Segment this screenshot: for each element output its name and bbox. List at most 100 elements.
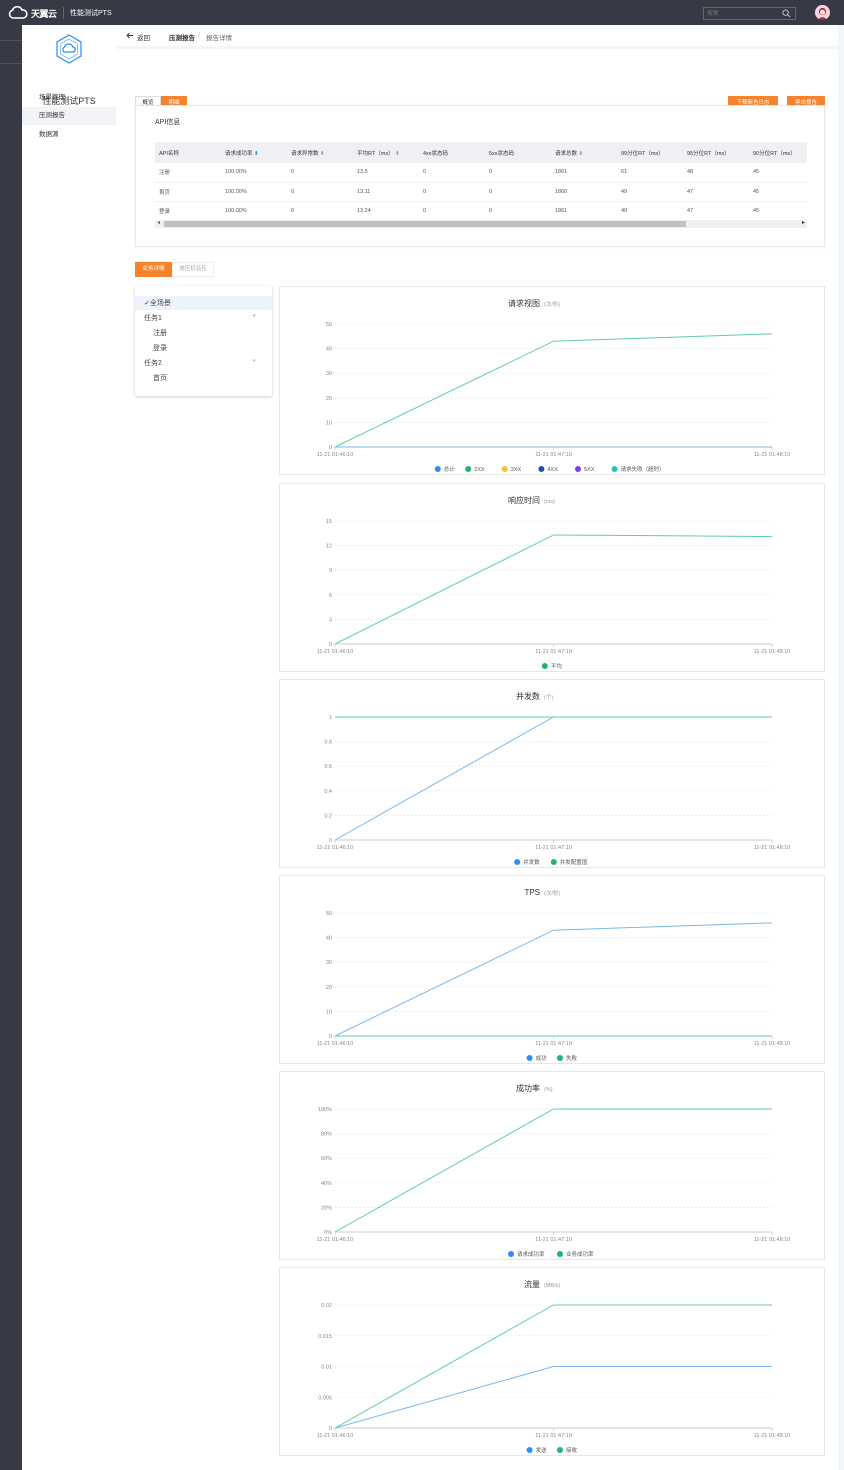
tree-node-home[interactable]: 首页 [153, 373, 167, 383]
legend-item[interactable]: 2XX [465, 466, 485, 473]
legend-label: 请求成功率 [517, 1250, 545, 1258]
tree-node-login[interactable]: 登录 [153, 343, 167, 353]
cell: 45 [749, 182, 807, 202]
legend-item[interactable]: 并发配置值 [550, 858, 588, 866]
cell: 100.00% [221, 182, 287, 202]
y-tick-label: 40 [326, 347, 332, 353]
scroll-left-icon[interactable]: ◂ [157, 219, 160, 226]
y-tick-label: 50 [326, 322, 332, 328]
tree-node-task1[interactable]: 任务1 [144, 313, 162, 323]
legend-label: 5XX [584, 467, 595, 473]
search-box[interactable] [703, 7, 796, 20]
legend-dot-icon [541, 663, 548, 669]
scroll-right-icon[interactable]: ▸ [802, 219, 805, 226]
logo[interactable]: 天翼云 [8, 5, 57, 21]
chart-card: 请求视图 (次/秒) 0 10 20 30 40 50 11-21 01:46:10 11-21 … [279, 286, 825, 475]
column-header: API名称 [155, 142, 221, 163]
legend-item[interactable]: 4XX [538, 466, 558, 473]
cell: 0 [287, 201, 353, 221]
breadcrumb-separator: / [198, 32, 200, 39]
chart-title: 成功率 [516, 1083, 540, 1093]
chart-title: 响应时间 [508, 495, 540, 505]
legend-item[interactable]: 平均 [541, 662, 563, 670]
x-tick-label: 11-21 01:47:10 [535, 845, 572, 851]
y-tick-label: 0.6 [324, 764, 332, 770]
column-header: 4xx状态码 [419, 142, 485, 163]
chart-unit: (MB/s) [544, 1283, 560, 1289]
legend-label: 2XX [474, 467, 485, 473]
legend-label: 平均 [551, 662, 563, 670]
legend-dot-icon [434, 466, 441, 472]
search-icon[interactable] [782, 9, 791, 18]
x-tick-label: 11-21 01:46:10 [317, 1237, 354, 1243]
top-bar: 天翼云 性能测试PTS [0, 0, 844, 25]
cell: 1861 [551, 201, 617, 221]
sort-icon[interactable]: ⬍ [254, 151, 259, 157]
logo-text: 天翼云 [31, 8, 57, 19]
column-header[interactable]: 平均RT（ms） ⬍ [353, 142, 419, 163]
scrollbar-thumb[interactable] [164, 221, 686, 227]
legend-item[interactable]: 接收 [557, 1446, 578, 1454]
x-tick-label: 11-21 01:46:10 [317, 1041, 354, 1047]
line-chart: 并发数 (个) 0 0.2 0.4 0.6 0.8 1 11-21 01:46:10 11-21 … [317, 691, 791, 866]
tree-node-all-scenes[interactable]: ✓全场景 [144, 298, 171, 308]
sort-icon[interactable]: ⬍ [579, 151, 584, 157]
horizontal-scrollbar[interactable]: ◂ ▸ [155, 220, 807, 228]
cell: 0 [287, 182, 353, 202]
sidebar-item-scene-management[interactable]: 场景管理 [22, 89, 116, 107]
legend-item[interactable]: 请求失败（超时） [611, 465, 665, 473]
search-input[interactable] [707, 9, 781, 19]
legend-item[interactable]: 5XX [575, 466, 595, 473]
line-chart: 请求视图 (次/秒) 0 10 20 30 40 50 11-21 01:46:10 11-21 … [317, 298, 791, 473]
sidebar-item-test-report[interactable]: 压测报告 [22, 107, 116, 125]
sidebar-item-data-source[interactable]: 数据源 [22, 126, 116, 144]
chart-card: TPS (次/秒) 0 10 20 30 40 50 11-21 01:46:10 11-21 0… [279, 875, 825, 1064]
legend-item[interactable]: 成功 [526, 1054, 548, 1062]
x-tick-label: 11-21 01:48:10 [754, 1237, 791, 1243]
tree-node-register[interactable]: 注册 [153, 328, 167, 338]
x-tick-label: 11-21 01:47:10 [535, 649, 572, 655]
sort-icon[interactable]: ⬍ [395, 151, 400, 157]
y-tick-label: 30 [326, 960, 332, 966]
cell: 49 [617, 201, 683, 221]
column-header[interactable]: 请求总数 ⬍ [551, 142, 617, 163]
breadcrumb-current: 报告详情 [206, 35, 232, 42]
back-link[interactable]: 返回 [137, 32, 150, 42]
rail-divider [0, 40, 22, 41]
x-tick-label: 11-21 01:48:10 [754, 452, 791, 458]
breadcrumb-report-link[interactable]: 压测报告 [169, 32, 195, 42]
legend-label: 4XX [547, 467, 558, 473]
legend-dot-icon [508, 1251, 514, 1257]
y-tick-label: 0 [329, 1426, 332, 1432]
chart-card: 流量 (MB/s) 0 0.005 0.01 0.015 0.02 11-21 01:46:1… [279, 1267, 825, 1456]
x-tick-label: 11-21 01:46:10 [317, 1433, 354, 1439]
legend-item[interactable]: 失败 [557, 1054, 578, 1062]
y-tick-label: 3 [329, 617, 332, 623]
legend-item[interactable]: 业务成功率 [557, 1250, 594, 1258]
cell: 100.00% [221, 163, 287, 183]
chart-card: 响应时间 (ms) 0 3 6 9 12 15 11-21 01:46:10 11-21 01:4… [279, 483, 825, 672]
legend-item[interactable]: 总计 [434, 465, 456, 473]
tab-load-machine-monitor[interactable]: 施压机监控 [172, 262, 214, 277]
cell: 47 [683, 182, 749, 202]
column-header[interactable]: 请求成功率 ⬍ [221, 142, 287, 163]
legend-dot-icon [538, 466, 545, 472]
avatar[interactable] [815, 5, 830, 20]
rail-divider [0, 63, 22, 64]
chevron-down-icon[interactable]: ▾ [253, 358, 256, 364]
legend-item[interactable]: 并发数 [514, 858, 540, 866]
legend-dot-icon [465, 466, 472, 472]
cell: 13.24 [353, 201, 419, 221]
legend-dot-icon [501, 466, 508, 472]
legend-item[interactable]: 请求成功率 [508, 1250, 545, 1258]
tab-business-detail[interactable]: 业务详情 [135, 262, 172, 277]
column-header[interactable]: 请求异常数 ⬍ [287, 142, 353, 163]
chevron-down-icon[interactable]: ▾ [253, 313, 256, 319]
tree-node-task2[interactable]: 任务2 [144, 358, 162, 368]
legend-item[interactable]: 3XX [501, 466, 522, 473]
legend-item[interactable]: 发送 [526, 1446, 548, 1454]
back-arrow-icon[interactable] [126, 32, 134, 39]
left-rail [0, 25, 22, 1470]
sort-icon[interactable]: ⬍ [320, 151, 325, 157]
legend-label: 业务成功率 [566, 1250, 594, 1258]
